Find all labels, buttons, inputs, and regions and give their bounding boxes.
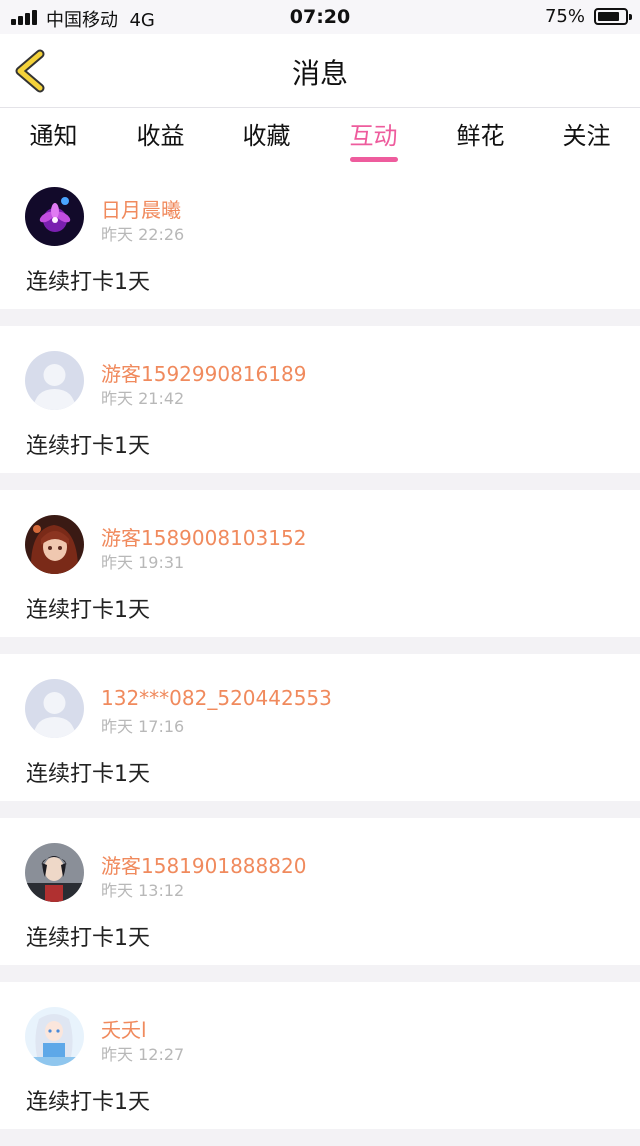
timestamp: 昨天 19:31 xyxy=(101,553,185,572)
avatar[interactable] xyxy=(25,679,84,738)
battery-icon xyxy=(594,8,632,25)
username[interactable]: 游客1589008103152 xyxy=(101,522,306,551)
anime-girl-avatar xyxy=(25,515,84,574)
message-text: 连续打卡1天 xyxy=(26,434,150,459)
username[interactable]: 游客1592990816189 xyxy=(101,358,306,387)
message-item[interactable]: 夭夭l 昨天 12:27 连续打卡1天 xyxy=(0,982,640,1129)
default-person-avatar xyxy=(25,351,84,410)
tab-favorites[interactable]: 收藏 xyxy=(213,116,320,156)
message-text: 连续打卡1天 xyxy=(26,270,150,295)
anime-boy-avatar xyxy=(25,843,84,902)
timestamp: 昨天 13:12 xyxy=(101,881,185,900)
message-text: 连续打卡1天 xyxy=(26,926,150,951)
avatar[interactable] xyxy=(25,351,84,410)
navigation-bar: 消息 xyxy=(0,34,640,108)
timestamp: 昨天 17:16 xyxy=(101,717,185,736)
message-item[interactable]: 游客1592990816189 昨天 21:42 连续打卡1天 xyxy=(0,326,640,473)
message-text: 连续打卡1天 xyxy=(26,762,150,787)
avatar[interactable] xyxy=(25,843,84,902)
message-item[interactable]: 132***082_520442553 昨天 17:16 连续打卡1天 xyxy=(0,654,640,801)
default-person-avatar xyxy=(25,679,84,738)
avatar[interactable] xyxy=(25,1007,84,1066)
status-bar: 中国移动 4G 07:20 75% xyxy=(0,0,640,34)
message-text: 连续打卡1天 xyxy=(26,598,150,623)
avatar[interactable] xyxy=(25,515,84,574)
tab-interactions[interactable]: 互动 xyxy=(320,116,427,162)
message-item[interactable]: 游客1581901888820 昨天 13:12 连续打卡1天 xyxy=(0,818,640,965)
message-item[interactable]: 游客1589008103152 昨天 19:31 连续打卡1天 xyxy=(0,490,640,637)
tab-flowers[interactable]: 鲜花 xyxy=(427,116,534,156)
purple-flower-avatar xyxy=(25,187,84,246)
anime-white-hair-avatar xyxy=(25,1007,84,1066)
page-title: 消息 xyxy=(291,57,348,90)
tab-earnings[interactable]: 收益 xyxy=(107,116,214,156)
timestamp: 昨天 21:42 xyxy=(101,389,185,408)
username[interactable]: 夭夭l xyxy=(101,1014,147,1043)
username[interactable]: 日月晨曦 xyxy=(101,194,181,223)
username[interactable]: 游客1581901888820 xyxy=(101,850,306,879)
tab-bar: 通知 收益 收藏 互动 鲜花 关注 xyxy=(0,108,640,162)
tab-notifications[interactable]: 通知 xyxy=(0,116,107,156)
message-list: 日月晨曦 昨天 22:26 连续打卡1天 游客1592990816189 昨天 … xyxy=(0,162,640,1146)
tab-following[interactable]: 关注 xyxy=(533,116,640,156)
message-text: 连续打卡1天 xyxy=(26,1090,150,1115)
message-item[interactable]: 日月晨曦 昨天 22:26 连续打卡1天 xyxy=(0,162,640,309)
avatar[interactable] xyxy=(25,187,84,246)
timestamp: 昨天 22:26 xyxy=(101,225,185,244)
username[interactable]: 132***082_520442553 xyxy=(101,686,332,710)
battery-percent: 75% xyxy=(544,6,585,27)
timestamp: 昨天 12:27 xyxy=(101,1045,185,1064)
